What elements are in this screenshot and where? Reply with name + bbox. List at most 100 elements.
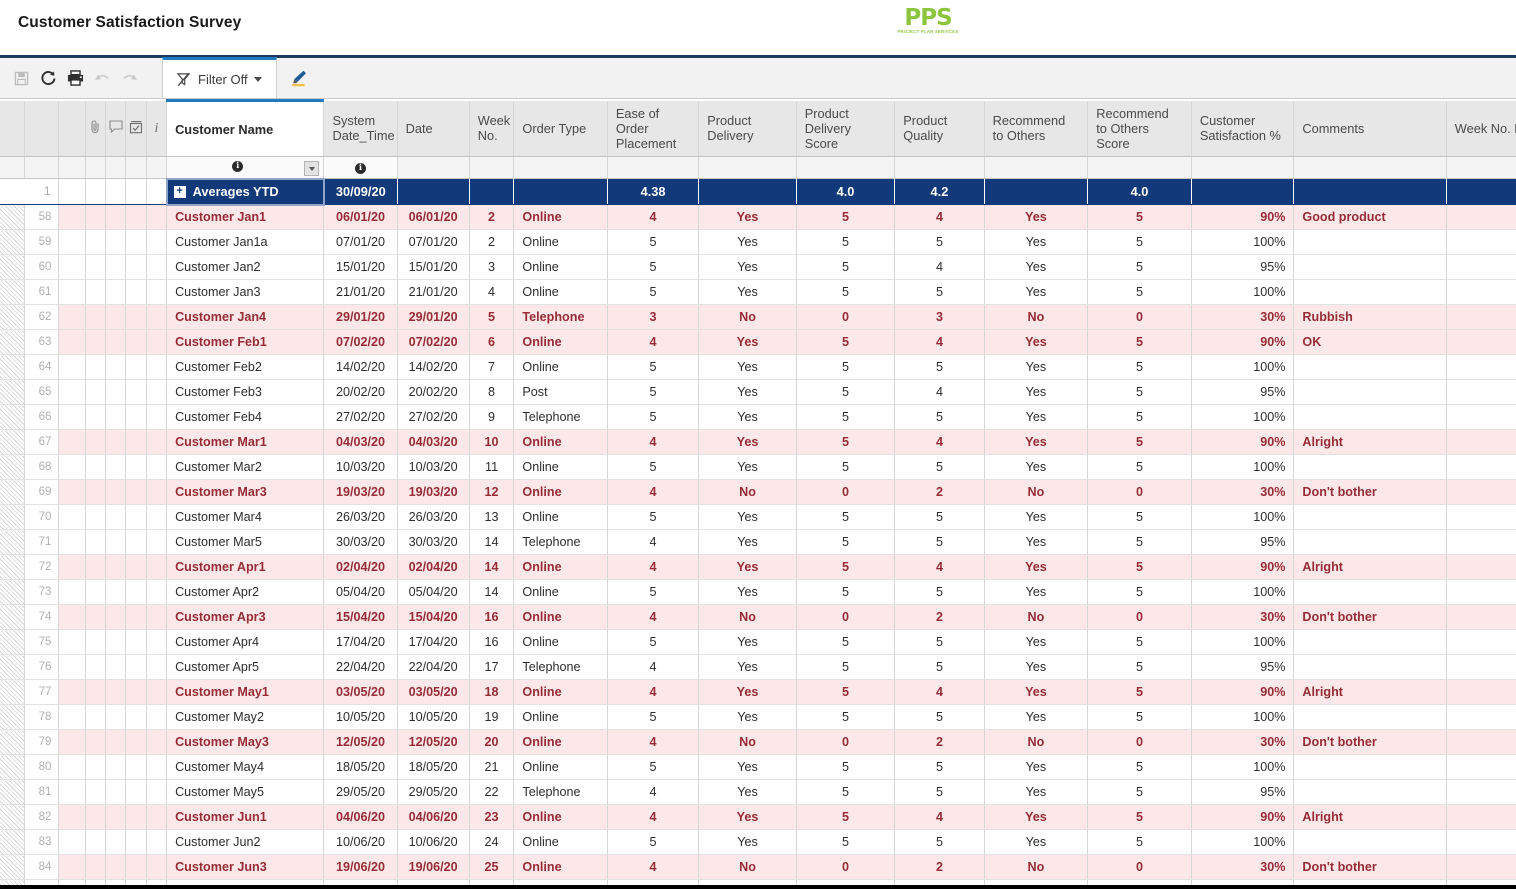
table-row[interactable]: 85Customer Jun426/06/2026/06/2026Online5… (0, 880, 1516, 889)
cell-info-flag[interactable] (146, 505, 166, 530)
cell-recommend-to-others[interactable]: Yes (984, 405, 1088, 430)
cell-system-date-time[interactable]: 19/03/20 (324, 480, 397, 505)
cell-order-type[interactable]: Online (514, 455, 607, 480)
cell-recommend-to-others-score[interactable]: 5 (1088, 355, 1192, 380)
header-recommend-to-others-score[interactable]: Recommend to Others Score (1088, 101, 1192, 157)
cell-date[interactable]: 12/05/20 (397, 730, 469, 755)
cell-ease-of-order-placement[interactable]: 4 (607, 430, 698, 455)
cell-system-date-time[interactable]: 21/01/20 (324, 280, 397, 305)
cell-product-delivery-score[interactable]: 5 (796, 805, 895, 830)
cell-info-flag[interactable] (146, 805, 166, 830)
save-button[interactable] (8, 58, 35, 98)
cell-system-date-time[interactable]: 15/04/20 (324, 605, 397, 630)
cell-week-no[interactable]: 16 (469, 630, 514, 655)
cell-ease-of-order-placement[interactable]: 5 (607, 455, 698, 480)
filter-satisfaction[interactable] (1191, 157, 1294, 179)
cell-ease-of-order-placement[interactable]: 4 (607, 480, 698, 505)
cell-order-type[interactable]: Online (514, 280, 607, 305)
cell-comments[interactable] (1294, 405, 1446, 430)
cell-attachment[interactable] (85, 580, 105, 605)
cell-ease-of-order-placement[interactable]: 5 (607, 280, 698, 305)
cell-info-flag[interactable] (146, 205, 166, 230)
cell-info-flag[interactable] (146, 855, 166, 880)
cell-order-type[interactable]: Telephone (514, 780, 607, 805)
cell-product-delivery[interactable]: Yes (699, 255, 797, 280)
cell-product-quality[interactable]: 5 (895, 580, 984, 605)
cell-comment-flag[interactable] (106, 380, 126, 405)
cell-week-no-feed[interactable]: 13 (1446, 505, 1516, 530)
cell-order-type[interactable]: Online (514, 205, 607, 230)
cell-recommend-to-others[interactable]: Yes (984, 505, 1088, 530)
header-system-date-time[interactable]: System Date_Time (324, 101, 397, 157)
cell-week-no[interactable]: 22 (469, 780, 514, 805)
cell-customer-name[interactable]: Customer Mar1 (167, 430, 324, 455)
cell-task-flag[interactable] (126, 480, 146, 505)
cell-task-flag[interactable] (126, 630, 146, 655)
cell-recommend-to-others-score[interactable]: 0 (1088, 855, 1192, 880)
cell-week-no[interactable]: 12 (469, 480, 514, 505)
cell-comment-flag[interactable] (106, 855, 126, 880)
highlighter-button[interactable] (277, 58, 321, 98)
table-row[interactable]: 73Customer Apr205/04/2005/04/2014Online5… (0, 580, 1516, 605)
cell-comments[interactable] (1294, 755, 1446, 780)
cell-customer-satisfaction[interactable]: 100% (1191, 755, 1294, 780)
cell-date[interactable]: 19/03/20 (397, 480, 469, 505)
cell-comments[interactable]: Don't bother (1294, 855, 1446, 880)
filter-week-no[interactable] (469, 157, 514, 179)
cell-attachment[interactable] (85, 355, 105, 380)
cell-order-type[interactable]: Online (514, 555, 607, 580)
cell-week-no-feed[interactable]: 14 (1446, 530, 1516, 555)
cell-ease-of-order-placement[interactable]: 5 (607, 880, 698, 889)
cell-product-delivery-score[interactable]: 0 (796, 480, 895, 505)
table-row[interactable]: 65Customer Feb320/02/2020/02/208Post5Yes… (0, 380, 1516, 405)
cell-recommend-to-others-score[interactable]: 5 (1088, 405, 1192, 430)
cell-recommend-to-others-score[interactable]: 5 (1088, 455, 1192, 480)
cell-week-no[interactable]: 14 (469, 580, 514, 605)
cell-date[interactable]: 14/02/20 (397, 355, 469, 380)
cell-product-delivery[interactable]: No (699, 605, 797, 630)
cell-week-no-feed[interactable]: 2 (1446, 230, 1516, 255)
cell-ease-of-order-placement[interactable]: 5 (607, 405, 698, 430)
cell-date[interactable]: 15/01/20 (397, 255, 469, 280)
cell-customer-satisfaction[interactable]: 30% (1191, 730, 1294, 755)
cell-date[interactable]: 15/04/20 (397, 605, 469, 630)
cell-product-delivery[interactable]: Yes (699, 705, 797, 730)
cell-attachment[interactable] (85, 780, 105, 805)
cell-week-no-feed[interactable]: 14 (1446, 555, 1516, 580)
cell-product-quality[interactable]: 4 (895, 380, 984, 405)
cell-customer-satisfaction[interactable]: 100% (1191, 280, 1294, 305)
cell-product-quality[interactable]: 5 (895, 780, 984, 805)
cell-task-flag[interactable] (126, 530, 146, 555)
cell-recommend-to-others-score[interactable]: 5 (1088, 780, 1192, 805)
cell-week-no[interactable]: 25 (469, 855, 514, 880)
cell-customer-satisfaction[interactable]: 100% (1191, 405, 1294, 430)
cell-product-delivery-score[interactable]: 5 (796, 355, 895, 380)
cell-ease-of-order-placement[interactable]: 5 (607, 355, 698, 380)
cell-product-quality[interactable]: 5 (895, 405, 984, 430)
cell-task-flag[interactable] (126, 405, 146, 430)
cell-week-no[interactable]: 10 (469, 430, 514, 455)
cell-customer-satisfaction[interactable]: 95% (1191, 530, 1294, 555)
cell-order-type[interactable]: Online (514, 805, 607, 830)
filter-product-delivery-score[interactable] (796, 157, 895, 179)
cell-recommend-to-others-score[interactable]: 5 (1088, 680, 1192, 705)
cell-comments[interactable]: Alright (1294, 805, 1446, 830)
cell-product-quality[interactable]: 5 (895, 530, 984, 555)
cell-date[interactable]: 27/02/20 (397, 405, 469, 430)
cell-product-delivery-score[interactable]: 5 (796, 580, 895, 605)
cell-week-no-feed[interactable]: 16 (1446, 605, 1516, 630)
cell-date[interactable]: 03/05/20 (397, 680, 469, 705)
cell-product-quality[interactable]: 4 (895, 680, 984, 705)
cell-product-delivery-score[interactable]: 5 (796, 680, 895, 705)
cell-week-no[interactable]: 3 (469, 255, 514, 280)
table-row[interactable]: 62Customer Jan429/01/2029/01/205Telephon… (0, 305, 1516, 330)
cell-recommend-to-others-score[interactable]: 5 (1088, 630, 1192, 655)
cell-ease-of-order-placement[interactable]: 4 (607, 680, 698, 705)
cell-product-delivery[interactable]: Yes (699, 330, 797, 355)
cell-date[interactable]: 05/04/20 (397, 580, 469, 605)
cell-task-flag[interactable] (126, 505, 146, 530)
header-product-delivery-score[interactable]: Product Delivery Score (796, 101, 895, 157)
cell-product-quality[interactable]: 5 (895, 230, 984, 255)
cell-product-quality[interactable]: 2 (895, 605, 984, 630)
cell-order-type[interactable]: Online (514, 755, 607, 780)
